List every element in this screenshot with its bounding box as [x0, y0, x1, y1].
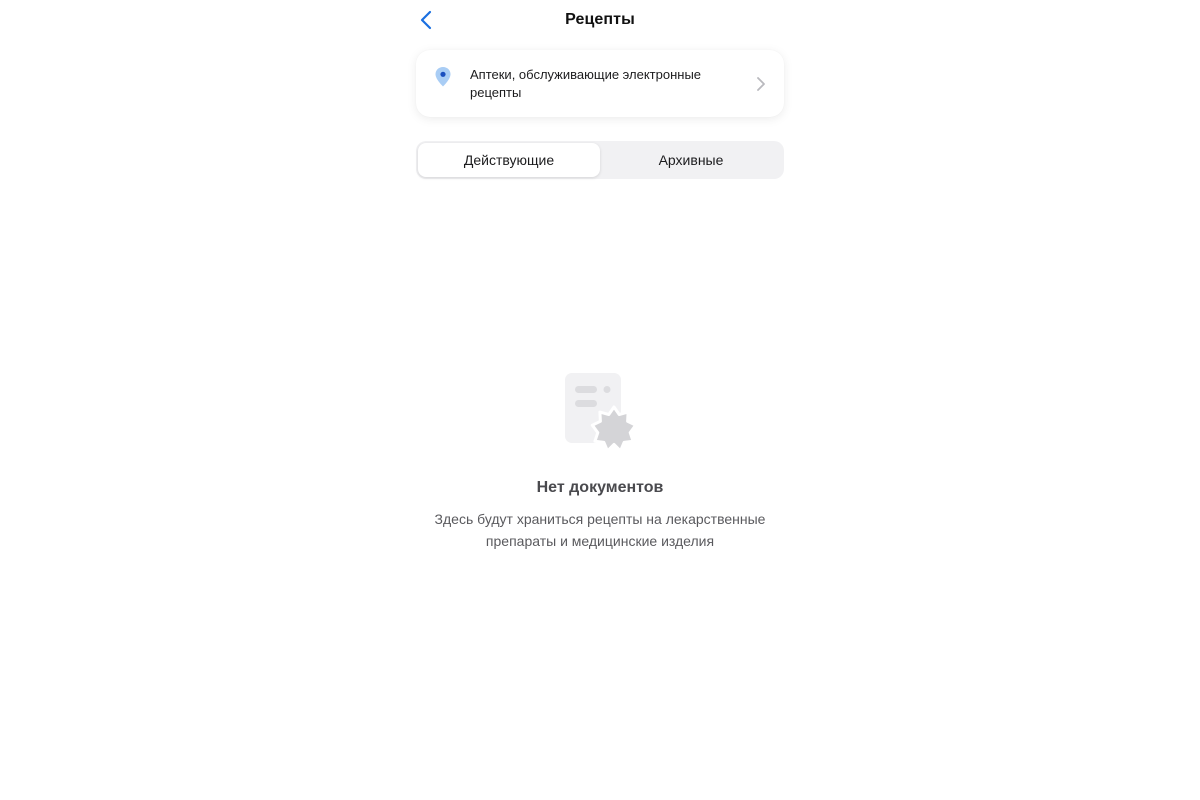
prescriptions-page: Рецепты Аптеки, обслуживающие электронны…: [0, 0, 1200, 800]
empty-state-title: Нет документов: [536, 479, 664, 496]
page-title: Рецепты: [565, 11, 635, 28]
tab-active[interactable]: Действующие: [418, 143, 600, 177]
pharmacies-card[interactable]: Аптеки, обслуживающие электронные рецепт…: [416, 50, 784, 117]
empty-state-description: Здесь будут храниться рецепты на лекарст…: [434, 511, 766, 549]
pharmacies-label: Аптеки, обслуживающие электронные рецепт…: [470, 67, 702, 100]
tab-archived[interactable]: Архивные: [600, 143, 782, 177]
location-pin-icon: [435, 67, 451, 87]
chevron-right-icon: [757, 77, 765, 91]
status-segmented-control: Действующие Архивные: [416, 141, 784, 179]
document-badge-icon: [565, 373, 637, 452]
